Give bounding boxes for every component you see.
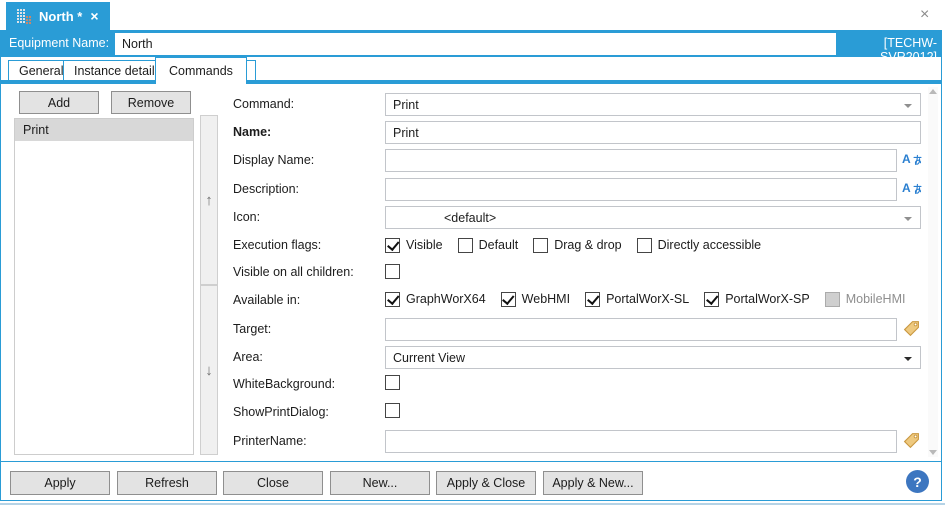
- localize-icon[interactable]: A: [902, 181, 923, 195]
- command-label: Command:: [233, 97, 383, 111]
- list-item-print[interactable]: Print: [15, 119, 193, 141]
- icon-dropdown[interactable]: <default>: [385, 206, 921, 229]
- new-button[interactable]: New...: [330, 471, 430, 495]
- move-down-button[interactable]: ↓: [200, 285, 218, 455]
- checkbox-default[interactable]: Default: [458, 238, 519, 253]
- command-value: Print: [393, 98, 419, 112]
- icon-value: <default>: [444, 211, 496, 225]
- name-label: Name:: [233, 125, 383, 139]
- add-button[interactable]: Add: [19, 91, 99, 114]
- checkbox-drag-drop[interactable]: Drag & drop: [533, 238, 621, 253]
- scroll-down-icon[interactable]: [929, 450, 937, 455]
- tab-commands[interactable]: Commands: [155, 57, 247, 84]
- display-name-label: Display Name:: [233, 153, 383, 167]
- checkbox-box: [825, 292, 840, 307]
- checkbox-box: [637, 238, 652, 253]
- footer-divider: [1, 461, 941, 462]
- tag-icon[interactable]: [903, 432, 920, 452]
- checkbox-directly-accessible[interactable]: Directly accessible: [637, 238, 762, 253]
- execution-flags-group: Visible Default Drag & drop Directly acc…: [385, 237, 761, 253]
- window-close-icon[interactable]: ×: [920, 7, 929, 23]
- checkbox-mobilehmi: MobileHMI: [825, 292, 906, 307]
- chevron-down-icon: [904, 104, 912, 108]
- visible-on-all-children-label: Visible on all children:: [233, 265, 383, 279]
- description-label: Description:: [233, 182, 383, 196]
- move-up-button[interactable]: ↑: [200, 115, 218, 285]
- icon-label: Icon:: [233, 210, 383, 224]
- bottom-divider: [0, 503, 945, 505]
- localize-icon[interactable]: A: [902, 152, 923, 166]
- reorder-strip: ↑ ↓: [200, 115, 218, 455]
- checkbox-box: [385, 375, 400, 390]
- area-label: Area:: [233, 350, 383, 364]
- checkbox-box: [385, 264, 400, 279]
- command-dropdown[interactable]: Print: [385, 93, 921, 116]
- checkbox-box: [385, 292, 400, 307]
- description-input[interactable]: [385, 178, 897, 201]
- checkbox-box: [704, 292, 719, 307]
- show-print-dialog-label: ShowPrintDialog:: [233, 405, 383, 419]
- target-label: Target:: [233, 322, 383, 336]
- equipment-editor-window: North * × × Equipment Name: [TECHW-SVR20…: [0, 0, 945, 508]
- tag-icon[interactable]: [903, 320, 920, 340]
- name-input[interactable]: [385, 121, 921, 144]
- server-badge: [TECHW-SVR2012]: [841, 36, 937, 64]
- checkbox-portalworx-sl[interactable]: PortalWorX-SL: [585, 292, 689, 307]
- scroll-up-icon[interactable]: [929, 89, 937, 94]
- available-in-label: Available in:: [233, 293, 383, 307]
- equipment-name-input[interactable]: [115, 33, 836, 55]
- chevron-down-icon: [904, 357, 912, 361]
- display-name-input[interactable]: [385, 149, 897, 172]
- checkbox-box: [385, 403, 400, 418]
- chevron-down-icon: [904, 217, 912, 221]
- area-value: Current View: [393, 351, 465, 365]
- tab-close-icon[interactable]: ×: [90, 9, 98, 23]
- list-item-label: Print: [23, 123, 49, 137]
- refresh-button[interactable]: Refresh: [117, 471, 217, 495]
- show-print-dialog-checkbox[interactable]: [385, 402, 400, 418]
- checkbox-box: [585, 292, 600, 307]
- checkbox-webhmi[interactable]: WebHMI: [501, 292, 570, 307]
- visible-on-all-children-checkbox[interactable]: [385, 263, 400, 279]
- area-dropdown[interactable]: Current View: [385, 346, 921, 369]
- equipment-icon: [17, 9, 31, 24]
- execution-flags-label: Execution flags:: [233, 238, 383, 252]
- form-scrollbar[interactable]: [928, 87, 938, 457]
- white-background-label: WhiteBackground:: [233, 377, 383, 391]
- checkbox-portalworx-sp[interactable]: PortalWorX-SP: [704, 292, 810, 307]
- commands-list[interactable]: Print: [14, 118, 194, 455]
- checkbox-graphworx64[interactable]: GraphWorX64: [385, 292, 486, 307]
- help-icon[interactable]: ?: [906, 470, 929, 493]
- white-background-checkbox[interactable]: [385, 374, 400, 390]
- printer-name-input[interactable]: [385, 430, 897, 453]
- available-in-group: GraphWorX64 WebHMI PortalWorX-SL PortalW…: [385, 291, 905, 307]
- document-tab-title: North *: [39, 9, 82, 24]
- apply-and-close-button[interactable]: Apply & Close: [436, 471, 536, 495]
- down-arrow-icon: ↓: [205, 362, 213, 379]
- equipment-name-label: Equipment Name:: [9, 36, 109, 50]
- remove-button[interactable]: Remove: [111, 91, 191, 114]
- checkbox-visible[interactable]: Visible: [385, 238, 443, 253]
- checkbox-box: [385, 238, 400, 253]
- checkbox-box: [533, 238, 548, 253]
- document-tab-north[interactable]: North * ×: [6, 2, 110, 30]
- checkbox-box: [501, 292, 516, 307]
- apply-button[interactable]: Apply: [10, 471, 110, 495]
- close-button[interactable]: Close: [223, 471, 323, 495]
- up-arrow-icon: ↑: [205, 192, 213, 209]
- printer-name-label: PrinterName:: [233, 434, 383, 448]
- checkbox-box: [458, 238, 473, 253]
- apply-and-new-button[interactable]: Apply & New...: [543, 471, 643, 495]
- target-input[interactable]: [385, 318, 897, 341]
